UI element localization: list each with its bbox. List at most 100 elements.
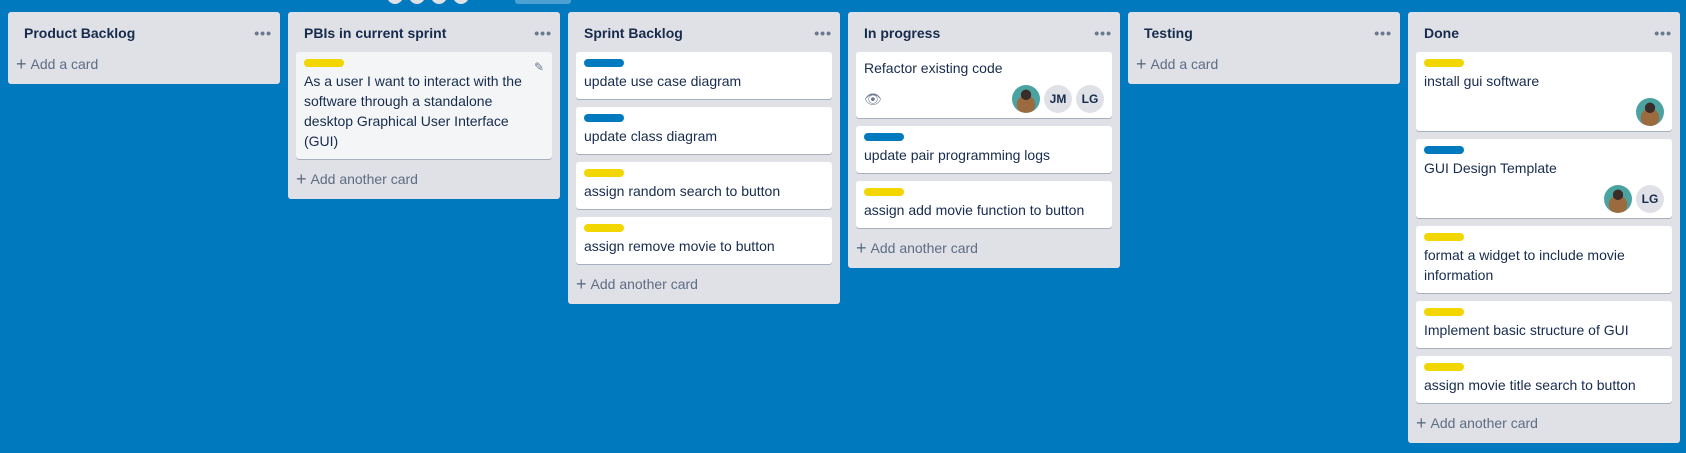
card-members: LG <box>1604 185 1664 213</box>
board-header-partial <box>387 0 571 4</box>
card[interactable]: GUI Design Template LG <box>1416 139 1672 218</box>
card-list: Refactor existing code 👁 JM LG update pair p… <box>848 52 1120 228</box>
list: Product Backlog ••• + Add a card <box>8 12 280 84</box>
card-members <box>1636 98 1664 126</box>
list-header: Testing ••• <box>1128 12 1400 52</box>
add-card-label: Add another card <box>870 240 978 256</box>
list: Sprint Backlog ••• update use case diagra… <box>568 12 840 304</box>
add-card-label: Add a card <box>30 56 99 72</box>
card[interactable]: ✎ As a user I want to interact with the s… <box>296 52 552 159</box>
card-list: install gui software GUI Design Template L… <box>1408 52 1680 403</box>
card-badges: 👁 JM LG <box>864 84 1104 114</box>
add-card-button[interactable]: + Add a card <box>8 52 280 80</box>
member-avatar-initials[interactable]: LG <box>1076 85 1104 113</box>
list-menu-icon[interactable]: ••• <box>1094 25 1112 41</box>
label-blue <box>864 133 904 141</box>
watch-eye-icon: 👁 <box>864 90 882 107</box>
list-menu-icon[interactable]: ••• <box>1374 25 1392 41</box>
add-card-button[interactable]: + Add another card <box>1408 411 1680 439</box>
card-title: install gui software <box>1424 73 1540 89</box>
add-card-button[interactable]: + Add another card <box>848 236 1120 264</box>
card[interactable]: assign add movie function to button <box>856 181 1112 228</box>
label-blue <box>584 59 624 67</box>
list-header: In progress ••• <box>848 12 1120 52</box>
member-avatar-image[interactable] <box>1012 85 1040 113</box>
invite-button[interactable] <box>515 0 571 4</box>
list-header: PBIs in current sprint ••• <box>288 12 560 52</box>
card-title: assign movie title search to button <box>1424 377 1636 393</box>
list: In progress ••• Refactor existing code 👁 JM… <box>848 12 1120 268</box>
edit-pencil-icon[interactable]: ✎ <box>534 60 544 74</box>
label-yellow <box>864 188 904 196</box>
add-card-label: Add another card <box>1430 415 1538 431</box>
card[interactable]: Refactor existing code 👁 JM LG <box>856 52 1112 118</box>
list-title[interactable]: PBIs in current sprint <box>304 25 446 41</box>
plus-icon: + <box>16 54 27 74</box>
card[interactable]: format a widget to include movie informa… <box>1416 226 1672 293</box>
card-title: Implement basic structure of GUI <box>1424 322 1629 338</box>
label-yellow <box>304 59 344 67</box>
plus-icon: + <box>296 169 307 189</box>
label-blue <box>1424 146 1464 154</box>
member-avatar-image[interactable] <box>1604 185 1632 213</box>
card-title: assign random search to button <box>584 183 781 199</box>
card-members: JM LG <box>1012 85 1104 113</box>
card[interactable]: assign random search to button <box>576 162 832 209</box>
card-title: GUI Design Template <box>1424 160 1557 176</box>
list-menu-icon[interactable]: ••• <box>814 25 832 41</box>
card-title: assign remove movie to button <box>584 238 775 254</box>
list-title[interactable]: In progress <box>864 25 940 41</box>
label-yellow <box>584 224 624 232</box>
card[interactable]: update class diagram <box>576 107 832 154</box>
add-card-button[interactable]: + Add a card <box>1128 52 1400 80</box>
card-title: update use case diagram <box>584 73 742 89</box>
label-yellow <box>1424 363 1464 371</box>
list-menu-icon[interactable]: ••• <box>534 25 552 41</box>
member-avatar[interactable] <box>431 0 447 4</box>
add-card-label: Add a card <box>1150 56 1219 72</box>
card-title: As a user I want to interact with the so… <box>304 73 522 149</box>
list-title[interactable]: Product Backlog <box>24 25 135 41</box>
card-title: assign add movie function to button <box>864 202 1085 218</box>
card-title: format a widget to include movie informa… <box>1424 247 1625 283</box>
card-badges <box>1424 97 1664 127</box>
list: PBIs in current sprint ••• ✎ As a user I w… <box>288 12 560 199</box>
card-list: update use case diagram update class diag… <box>568 52 840 264</box>
add-card-label: Add another card <box>590 276 698 292</box>
card[interactable]: assign remove movie to button <box>576 217 832 264</box>
member-avatar-initials[interactable]: LG <box>1636 185 1664 213</box>
member-avatar-image[interactable] <box>1636 98 1664 126</box>
label-blue <box>584 114 624 122</box>
label-yellow <box>1424 59 1464 67</box>
add-card-button[interactable]: + Add another card <box>568 272 840 300</box>
list: Testing ••• + Add a card <box>1128 12 1400 84</box>
list-header: Product Backlog ••• <box>8 12 280 52</box>
label-yellow <box>1424 308 1464 316</box>
list-header: Sprint Backlog ••• <box>568 12 840 52</box>
card-badges: LG <box>1424 184 1664 214</box>
list-title[interactable]: Done <box>1424 25 1459 41</box>
label-yellow <box>584 169 624 177</box>
list-menu-icon[interactable]: ••• <box>1654 25 1672 41</box>
plus-icon: + <box>1136 54 1147 74</box>
member-avatar[interactable] <box>453 0 469 4</box>
list-header: Done ••• <box>1408 12 1680 52</box>
list: Done ••• install gui software GUI Design T… <box>1408 12 1680 443</box>
label-yellow <box>1424 233 1464 241</box>
plus-icon: + <box>576 274 587 294</box>
card[interactable]: update pair programming logs <box>856 126 1112 173</box>
add-card-label: Add another card <box>310 171 418 187</box>
card[interactable]: Implement basic structure of GUI <box>1416 301 1672 348</box>
card-title: Refactor existing code <box>864 60 1003 76</box>
member-avatar[interactable] <box>409 0 425 4</box>
card-title: update class diagram <box>584 128 718 144</box>
member-avatar-initials[interactable]: JM <box>1044 85 1072 113</box>
card[interactable]: assign movie title search to button <box>1416 356 1672 403</box>
list-menu-icon[interactable]: ••• <box>254 25 272 41</box>
card[interactable]: update use case diagram <box>576 52 832 99</box>
member-avatar[interactable] <box>387 0 403 4</box>
add-card-button[interactable]: + Add another card <box>288 167 560 195</box>
list-title[interactable]: Sprint Backlog <box>584 25 683 41</box>
card[interactable]: install gui software <box>1416 52 1672 131</box>
list-title[interactable]: Testing <box>1144 25 1193 41</box>
